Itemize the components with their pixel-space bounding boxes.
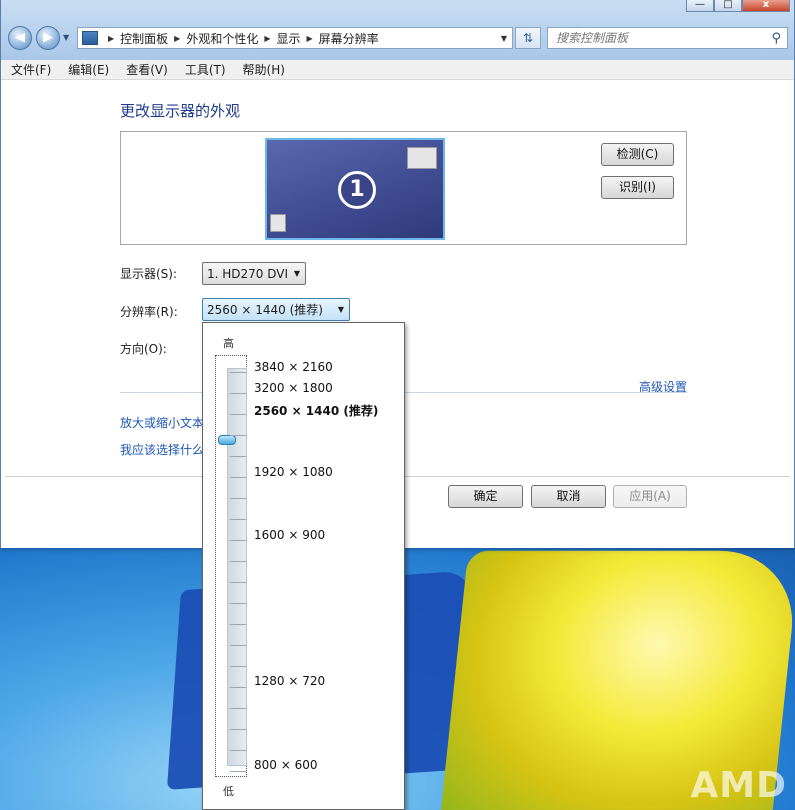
menu-file[interactable]: 文件(F) bbox=[9, 61, 53, 78]
slider-tick bbox=[230, 666, 246, 667]
resolution-dropdown-popup: 高 低 3840 × 2160 3200 × 1800 2560 × 1440 … bbox=[202, 322, 405, 810]
minimize-button[interactable]: — bbox=[686, 0, 714, 12]
slider-tick bbox=[230, 372, 246, 373]
close-button[interactable]: x bbox=[742, 0, 790, 12]
page-title: 更改显示器的外观 bbox=[120, 102, 241, 120]
menu-edit[interactable]: 编辑(E) bbox=[66, 61, 111, 78]
chevron-right-icon[interactable]: ▶ bbox=[307, 34, 313, 43]
refresh-icon: ⇅ bbox=[522, 31, 534, 45]
slider-track[interactable] bbox=[227, 368, 247, 766]
slider-tick bbox=[230, 750, 246, 751]
which-settings-link[interactable]: 我应该选择什么 bbox=[120, 441, 204, 458]
breadcrumb-control-panel[interactable]: 控制面板 bbox=[120, 30, 168, 47]
address-bar[interactable]: ▶ 控制面板 ▶ 外观和个性化 ▶ 显示 ▶ 屏幕分辨率 ▼ bbox=[77, 27, 513, 49]
chevron-down-icon: ▼ bbox=[293, 269, 300, 278]
chevron-down-icon: ▼ bbox=[337, 305, 344, 314]
resolution-option-1600x900[interactable]: 1600 × 900 bbox=[254, 528, 325, 542]
slider-tick bbox=[230, 393, 246, 394]
slider-tick bbox=[230, 561, 246, 562]
slider-low-label: 低 bbox=[223, 785, 234, 798]
chevron-right-icon[interactable]: ▶ bbox=[264, 34, 270, 43]
slider-tick bbox=[230, 540, 246, 541]
window-icon bbox=[270, 214, 286, 232]
slider-tick bbox=[230, 687, 246, 688]
menu-bar: 文件(F) 编辑(E) 查看(V) 工具(T) 帮助(H) bbox=[1, 60, 794, 80]
slider-high-label: 高 bbox=[223, 337, 234, 350]
control-panel-icon bbox=[82, 31, 98, 45]
slider-tick bbox=[230, 603, 246, 604]
cancel-button[interactable]: 取消 bbox=[531, 485, 606, 508]
monitor-number-badge: 1 bbox=[338, 171, 376, 209]
arrow-right-icon: ▶ bbox=[43, 30, 53, 45]
slider-tick bbox=[230, 624, 246, 625]
zoom-text-link[interactable]: 放大或缩小文本 bbox=[120, 414, 204, 431]
search-input[interactable] bbox=[556, 31, 766, 45]
resolution-option-1920x1080[interactable]: 1920 × 1080 bbox=[254, 465, 333, 479]
slider-tick bbox=[230, 519, 246, 520]
search-icon[interactable]: ⚲ bbox=[771, 31, 781, 46]
refresh-button[interactable]: ⇅ bbox=[515, 27, 541, 49]
breadcrumb-appearance[interactable]: 外观和个性化 bbox=[186, 30, 258, 47]
display-select[interactable]: 1. HD270 DVI ▼ bbox=[202, 262, 306, 285]
menu-tools[interactable]: 工具(T) bbox=[183, 61, 228, 78]
resolution-select-value: 2560 × 1440 (推荐) bbox=[207, 303, 323, 317]
chevron-right-icon[interactable]: ▶ bbox=[108, 34, 114, 43]
menu-help[interactable]: 帮助(H) bbox=[241, 61, 287, 78]
search-box: ⚲ bbox=[547, 27, 788, 49]
slider-tick bbox=[230, 477, 246, 478]
slider-thumb[interactable] bbox=[218, 435, 236, 445]
resolution-label: 分辨率(R): bbox=[120, 305, 178, 319]
slider-tick bbox=[230, 456, 246, 457]
resolution-select[interactable]: 2560 × 1440 (推荐) ▼ bbox=[202, 298, 350, 321]
slider-tick bbox=[230, 771, 246, 772]
ok-button[interactable]: 确定 bbox=[448, 485, 523, 508]
breadcrumb-screen-resolution[interactable]: 屏幕分辨率 bbox=[319, 30, 379, 47]
detect-button[interactable]: 检测(C) bbox=[601, 143, 674, 166]
resolution-option-3200x1800[interactable]: 3200 × 1800 bbox=[254, 381, 333, 395]
slider-tick bbox=[230, 498, 246, 499]
resolution-option-3840x2160[interactable]: 3840 × 2160 bbox=[254, 360, 333, 374]
forward-button[interactable]: ▶ bbox=[36, 26, 60, 50]
amd-logo: AMD bbox=[690, 765, 787, 806]
slider-tick bbox=[230, 729, 246, 730]
caption-buttons: — □ x bbox=[686, 0, 790, 12]
slider-tick bbox=[230, 708, 246, 709]
title-bar: — □ x ◀ ▶ ▼ ▶ 控制面板 ▶ 外观和个性化 ▶ 显示 ▶ 屏幕分辨率… bbox=[1, 0, 794, 60]
breadcrumb-display[interactable]: 显示 bbox=[277, 30, 301, 47]
slider-tick bbox=[230, 414, 246, 415]
resolution-option-1280x720[interactable]: 1280 × 720 bbox=[254, 674, 325, 688]
chevron-down-icon[interactable]: ▼ bbox=[501, 34, 507, 43]
arrow-left-icon: ◀ bbox=[15, 30, 25, 45]
orientation-label: 方向(O): bbox=[120, 342, 167, 356]
resolution-slider[interactable] bbox=[215, 355, 247, 777]
apply-button[interactable]: 应用(A) bbox=[613, 485, 687, 508]
resolution-option-2560x1440[interactable]: 2560 × 1440 (推荐) bbox=[254, 402, 378, 419]
recent-pages-dropdown[interactable]: ▼ bbox=[63, 33, 69, 42]
chevron-right-icon[interactable]: ▶ bbox=[174, 34, 180, 43]
monitor-preview-panel: 1 检测(C) 识别(I) bbox=[120, 131, 687, 245]
window-icon bbox=[407, 147, 437, 169]
menu-view[interactable]: 查看(V) bbox=[124, 61, 170, 78]
display-select-value: 1. HD270 DVI bbox=[207, 266, 289, 281]
identify-button[interactable]: 识别(I) bbox=[601, 176, 674, 199]
display-label: 显示器(S): bbox=[120, 267, 178, 281]
monitor-thumbnail[interactable]: 1 bbox=[265, 138, 445, 240]
maximize-button[interactable]: □ bbox=[714, 0, 742, 12]
slider-tick bbox=[230, 645, 246, 646]
slider-tick bbox=[230, 582, 246, 583]
resolution-option-800x600[interactable]: 800 × 600 bbox=[254, 758, 318, 772]
back-button[interactable]: ◀ bbox=[8, 26, 32, 50]
slider-tick bbox=[230, 435, 246, 436]
